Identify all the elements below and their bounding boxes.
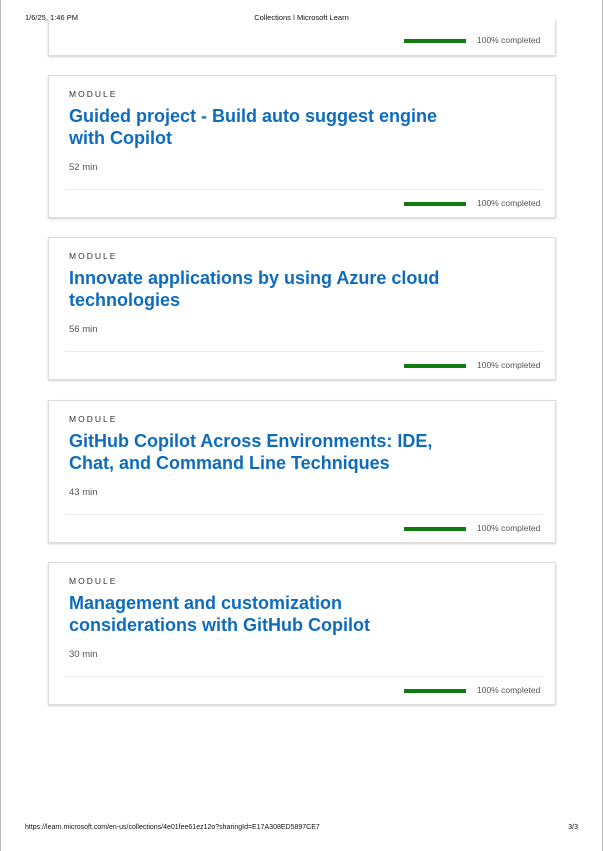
progress-row: 100% completed: [49, 360, 555, 374]
progress-status: 100% completed: [477, 523, 541, 533]
progress-fill: [404, 202, 466, 206]
progress-status: 100% completed: [477, 685, 541, 695]
module-title-link[interactable]: Innovate applications by using Azure clo…: [69, 267, 469, 311]
progress-status: 100% completed: [477, 35, 541, 45]
module-card[interactable]: MODULE GitHub Copilot Across Environment…: [48, 400, 556, 543]
page-border-left: [0, 0, 1, 851]
module-title-link[interactable]: GitHub Copilot Across Environments: IDE,…: [69, 430, 469, 474]
module-duration: 52 min: [69, 162, 98, 173]
progress-status: 100% completed: [477, 198, 541, 208]
print-url: https://learn.microsoft.com/en-us/collec…: [25, 824, 320, 831]
progress-row: 100% completed: [49, 198, 555, 212]
progress-fill: [404, 39, 466, 43]
print-footer: https://learn.microsoft.com/en-us/collec…: [0, 824, 603, 836]
card-divider: [65, 351, 543, 352]
progress-row: 100% completed: [49, 523, 555, 537]
module-type-label: MODULE: [69, 251, 118, 261]
progress-bar: [404, 527, 466, 531]
progress-fill: [404, 527, 466, 531]
card-divider: [65, 514, 543, 515]
progress-bar: [404, 202, 466, 206]
page-number: 3/3: [568, 824, 578, 831]
module-card[interactable]: MODULE Management and customization cons…: [48, 562, 556, 705]
progress-row: 100% completed: [49, 35, 555, 49]
progress-bar: [404, 689, 466, 693]
module-card-partial[interactable]: 100% completed: [48, 20, 556, 56]
module-title-link[interactable]: Management and customization considerati…: [69, 592, 469, 636]
progress-fill: [404, 364, 466, 368]
card-divider: [65, 676, 543, 677]
progress-bar: [404, 364, 466, 368]
module-duration: 30 min: [69, 649, 98, 660]
module-title-link[interactable]: Guided project - Build auto suggest engi…: [69, 105, 469, 149]
progress-row: 100% completed: [49, 685, 555, 699]
module-type-label: MODULE: [69, 576, 118, 586]
module-card[interactable]: MODULE Innovate applications by using Az…: [48, 237, 556, 380]
module-card[interactable]: MODULE Guided project - Build auto sugge…: [48, 75, 556, 218]
card-divider: [65, 189, 543, 190]
progress-fill: [404, 689, 466, 693]
progress-status: 100% completed: [477, 360, 541, 370]
progress-bar: [404, 39, 466, 43]
module-duration: 56 min: [69, 324, 98, 335]
module-duration: 43 min: [69, 487, 98, 498]
module-type-label: MODULE: [69, 89, 118, 99]
module-type-label: MODULE: [69, 414, 118, 424]
